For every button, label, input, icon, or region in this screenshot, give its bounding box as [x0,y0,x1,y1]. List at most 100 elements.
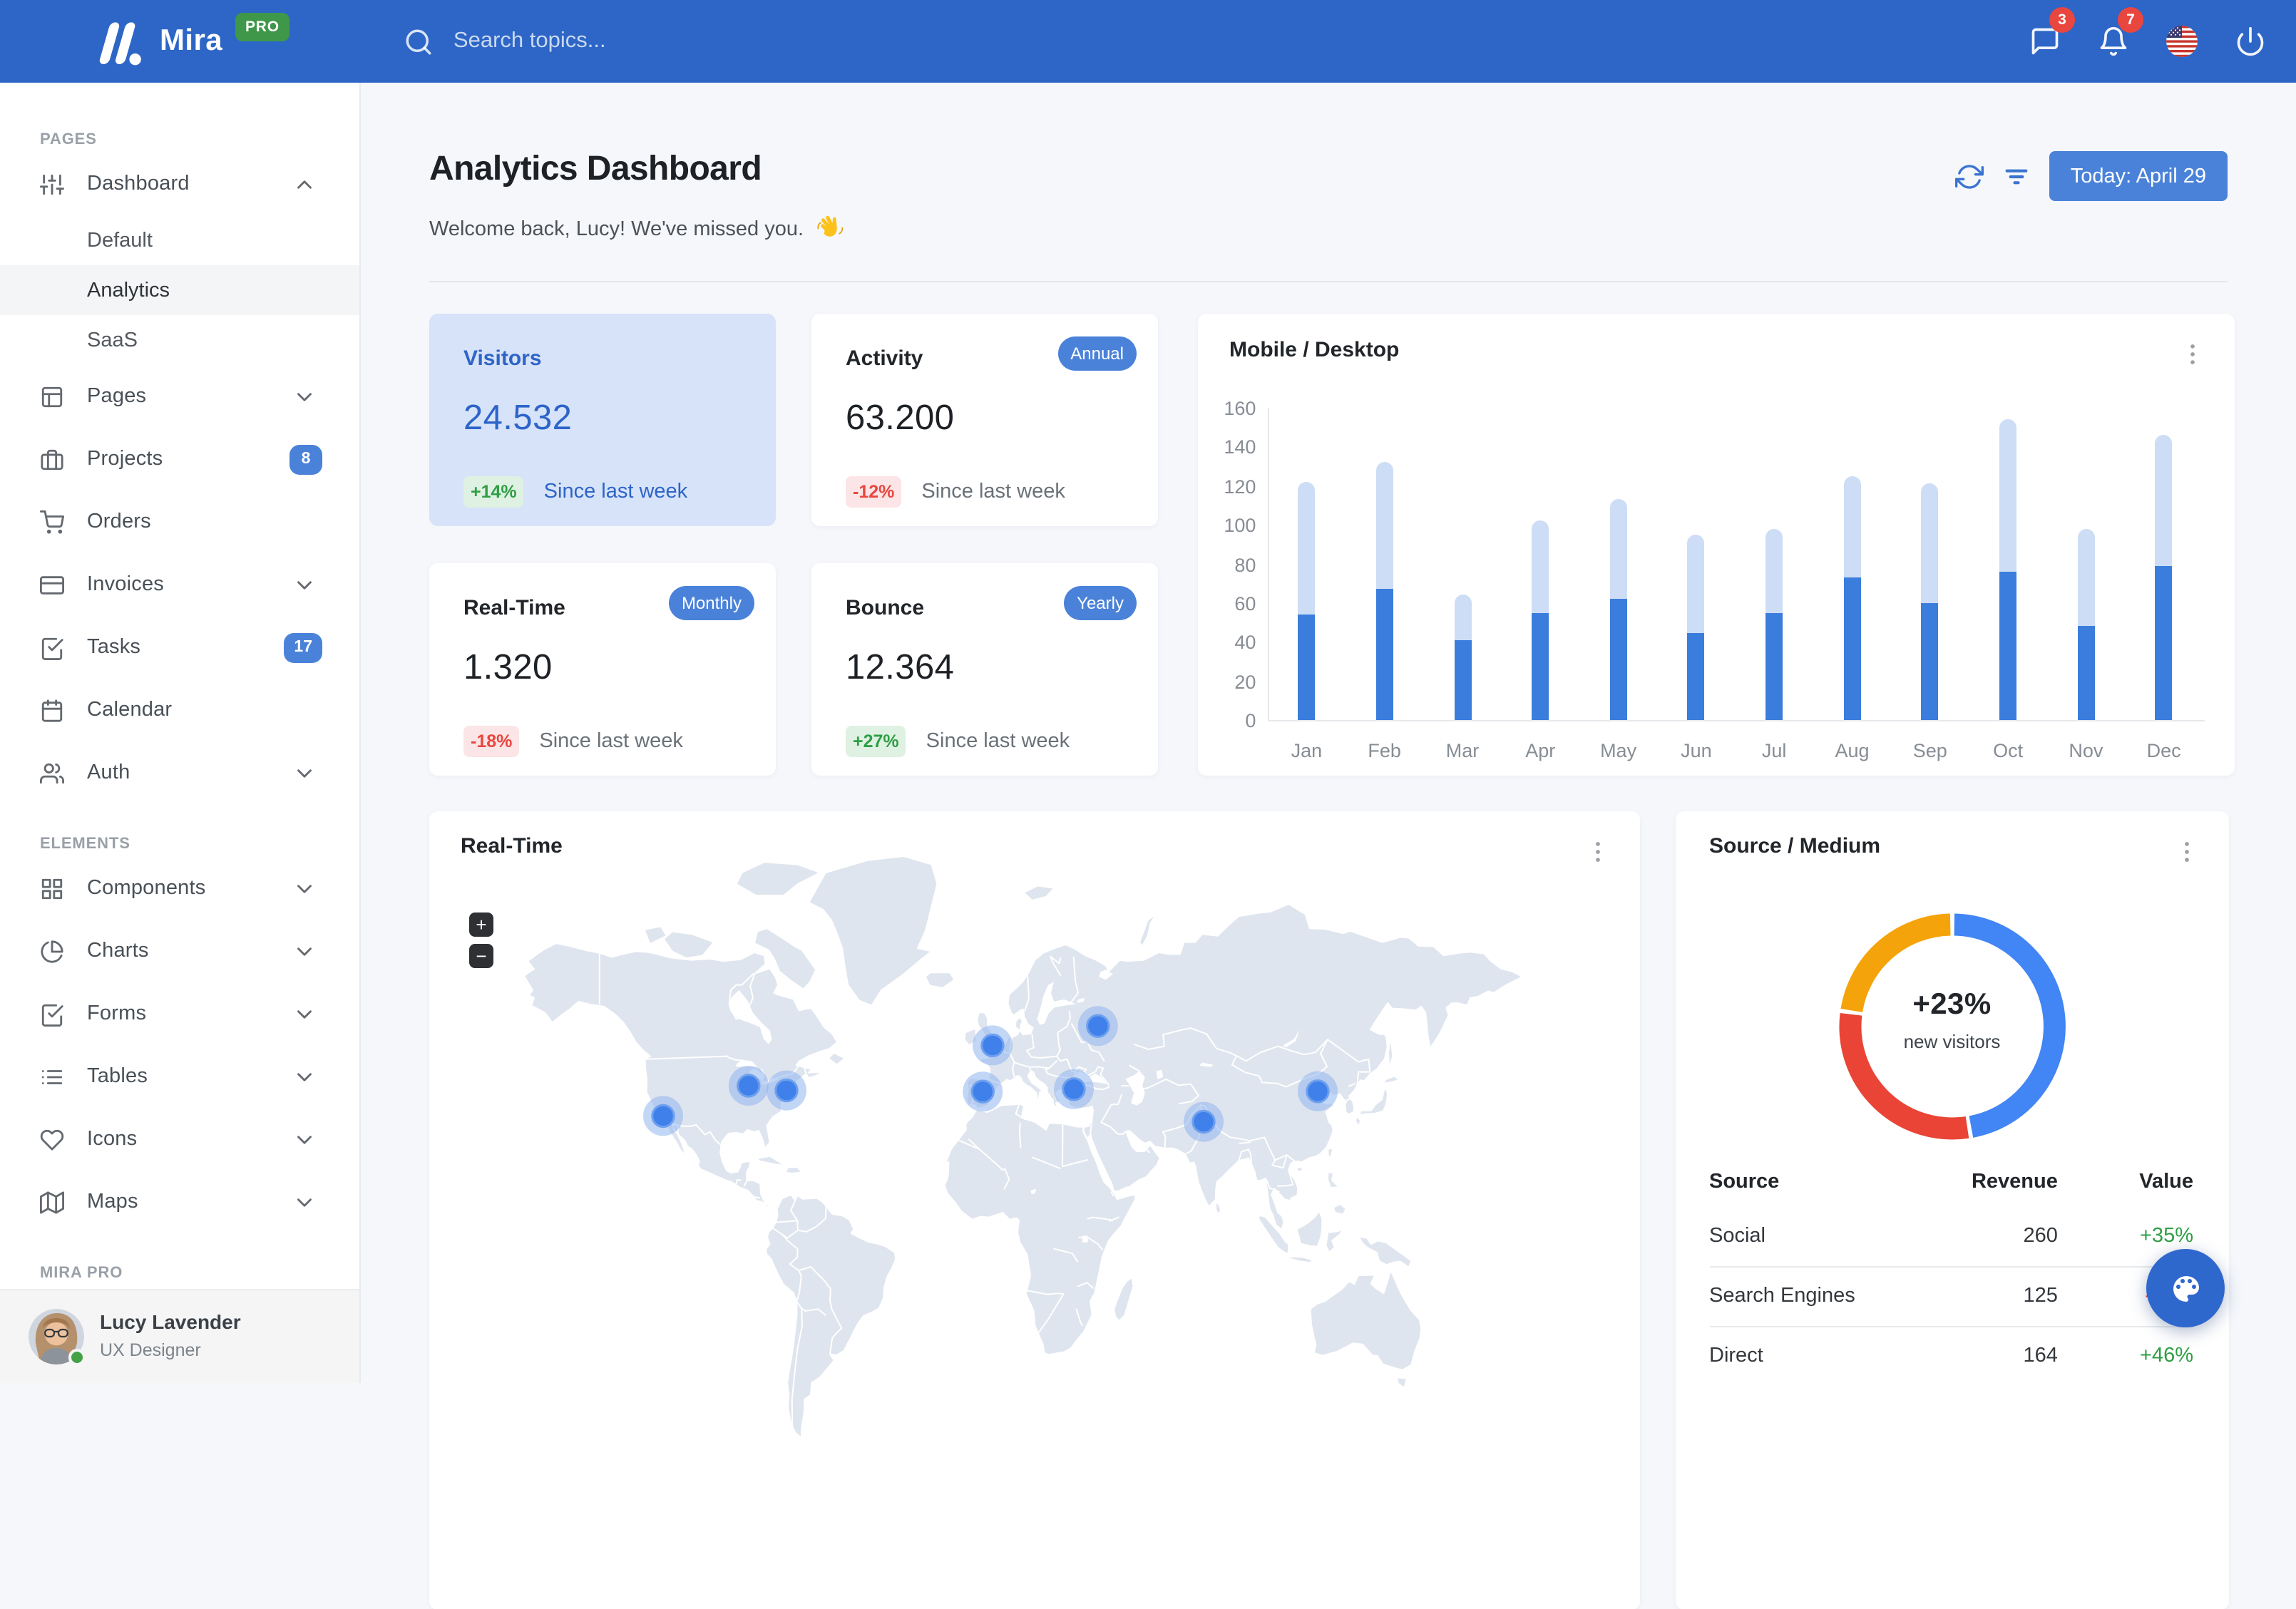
sidebar-subitem-saas[interactable]: SaaS [0,315,359,365]
sidebar-item-label: Auth [87,761,292,784]
sidebar-item-calendar[interactable]: Calendar [0,679,359,741]
bar-jul[interactable] [1765,529,1783,721]
source-menu-button[interactable] [2173,838,2200,865]
sidebar-item-invoices[interactable]: Invoices [0,553,359,616]
messages-count-badge: 3 [2049,7,2075,33]
sidebar-item-label: Dashboard [87,173,292,195]
analytics-dashboard-page: { "navbar": { "brand": "Mira", "brand_ba… [0,0,2296,1383]
logout-button[interactable] [2235,26,2266,57]
search-input[interactable] [453,29,938,54]
sidebar-subitem-analytics[interactable]: Analytics [0,265,359,315]
chevron-down-icon [292,1190,317,1214]
sidebar-item-orders[interactable]: Orders [0,490,359,553]
sidebar-item-forms[interactable]: Forms [0,982,359,1045]
brand[interactable]: Mira PRO [96,17,289,66]
stat-period-pill[interactable]: Monthly [669,586,754,620]
map-marker[interactable] [729,1066,769,1106]
messages-button[interactable]: 3 [2029,26,2061,57]
bar-may[interactable] [1610,500,1627,721]
col-source: Source [1709,1156,1893,1207]
heart-icon [40,1127,64,1151]
x-axis-label: Feb [1353,740,1416,761]
y-axis-line [1267,408,1269,721]
briefcase-icon [40,447,64,471]
stat-card-visitors[interactable]: Visitors 24.532 +14% Since last week [429,314,776,526]
notifications-button[interactable]: 7 [2098,26,2129,57]
bar-mobile-segment [2156,566,2173,721]
map-marker[interactable] [1184,1102,1224,1142]
bar-dec[interactable] [2156,435,2173,720]
sidebar-item-tables[interactable]: Tables [0,1045,359,1108]
stat-card-bounce[interactable]: Bounce Yearly 12.364 +27% Since last wee… [811,563,1158,776]
map-marker[interactable] [767,1071,806,1111]
sidebar-item-pages[interactable]: Pages [0,365,359,428]
sidebar-item-label: Invoices [87,573,292,596]
sidebar-item-charts[interactable]: Charts [0,920,359,982]
sidebar-subitem-default[interactable]: Default [0,215,359,265]
map-marker[interactable] [973,1025,1013,1065]
source-table: Source Revenue Value Social260+35%Search… [1709,1156,2193,1385]
layout-icon [40,384,64,408]
language-flag-button[interactable] [2166,26,2198,57]
source-title: Source / Medium [1709,834,1880,860]
sidebar-user[interactable]: Lucy Lavender UX Designer [0,1289,359,1383]
brand-name: Mira [160,17,222,66]
sidebar-item-components[interactable]: Components [0,857,359,920]
credit-card-icon [40,572,64,597]
sidebar-item-icons[interactable]: Icons [0,1108,359,1171]
stat-period-pill[interactable]: Annual [1057,336,1137,371]
app-viewport: { "navbar": { "brand": "Mira", "brand_ba… [0,0,2296,1383]
filter-button[interactable] [2002,162,2031,190]
bar-mobile-segment [1532,613,1549,721]
bar-jun[interactable] [1688,535,1705,720]
x-axis-label: May [1587,740,1650,761]
sidebar-item-auth[interactable]: Auth [0,741,359,804]
bar-nov[interactable] [2077,529,2094,721]
bar-apr[interactable] [1532,521,1549,721]
map-zoom-out-button[interactable]: − [469,943,493,967]
x-axis-label: Nov [2054,740,2117,761]
sidebar-item-label: Tasks [87,636,284,659]
map-marker[interactable] [963,1071,1003,1111]
sidebar-item-label: Charts [87,940,292,962]
source-table-row: Social260+35% [1709,1207,2193,1266]
sidebar-item-projects[interactable]: Projects8 [0,428,359,490]
theme-settings-button[interactable] [2146,1249,2225,1327]
stat-card-realtime[interactable]: Real-Time Monthly 1.320 -18% Since last … [429,563,776,776]
map-zoom-in-button[interactable]: + [469,912,493,936]
bar-mar[interactable] [1454,595,1471,720]
y-axis-label: 20 [1213,672,1256,693]
y-axis-label: 80 [1213,554,1256,575]
world-map[interactable] [429,886,1640,1385]
map-marker[interactable] [1298,1071,1338,1111]
x-axis-label: Oct [1977,740,2039,761]
cell-source: Search Engines [1709,1266,1893,1326]
sidebar-item-label: Projects [87,448,289,471]
x-axis-label: Mar [1431,740,1494,761]
sidebar-count-badge: 17 [284,632,322,662]
realtime-map-card: Real-Time + − [429,811,1640,1609]
stat-period-pill[interactable]: Yearly [1064,586,1137,620]
bar-aug[interactable] [1844,476,1861,721]
bar-sep[interactable] [1922,484,1939,721]
map-marker[interactable] [643,1096,683,1136]
refresh-button[interactable] [1955,162,1984,190]
sidebar-item-dashboard[interactable]: Dashboard [0,153,359,215]
waving-hand-icon [815,214,844,242]
stat-card-activity[interactable]: Activity Annual 63.200 -12% Since last w… [811,314,1158,526]
chevron-down-icon [292,761,317,785]
bar-desktop-segment [1376,463,1393,590]
sidebar-item-tasks[interactable]: Tasks17 [0,616,359,679]
bar-oct[interactable] [1999,419,2016,720]
map-marker[interactable] [1054,1069,1094,1109]
welcome-text: Welcome back, Lucy! We've missed you. [429,218,804,241]
bar-feb[interactable] [1376,463,1393,721]
sidebar-item-label: Icons [87,1128,292,1151]
navbar-search [404,26,938,56]
date-button[interactable]: Today: April 29 [2049,151,2228,201]
cell-revenue: 164 [1893,1326,2058,1385]
header-divider [429,281,2228,282]
map-marker[interactable] [1078,1006,1118,1046]
bar-jan[interactable] [1298,482,1315,720]
sidebar-item-maps[interactable]: Maps [0,1171,359,1233]
